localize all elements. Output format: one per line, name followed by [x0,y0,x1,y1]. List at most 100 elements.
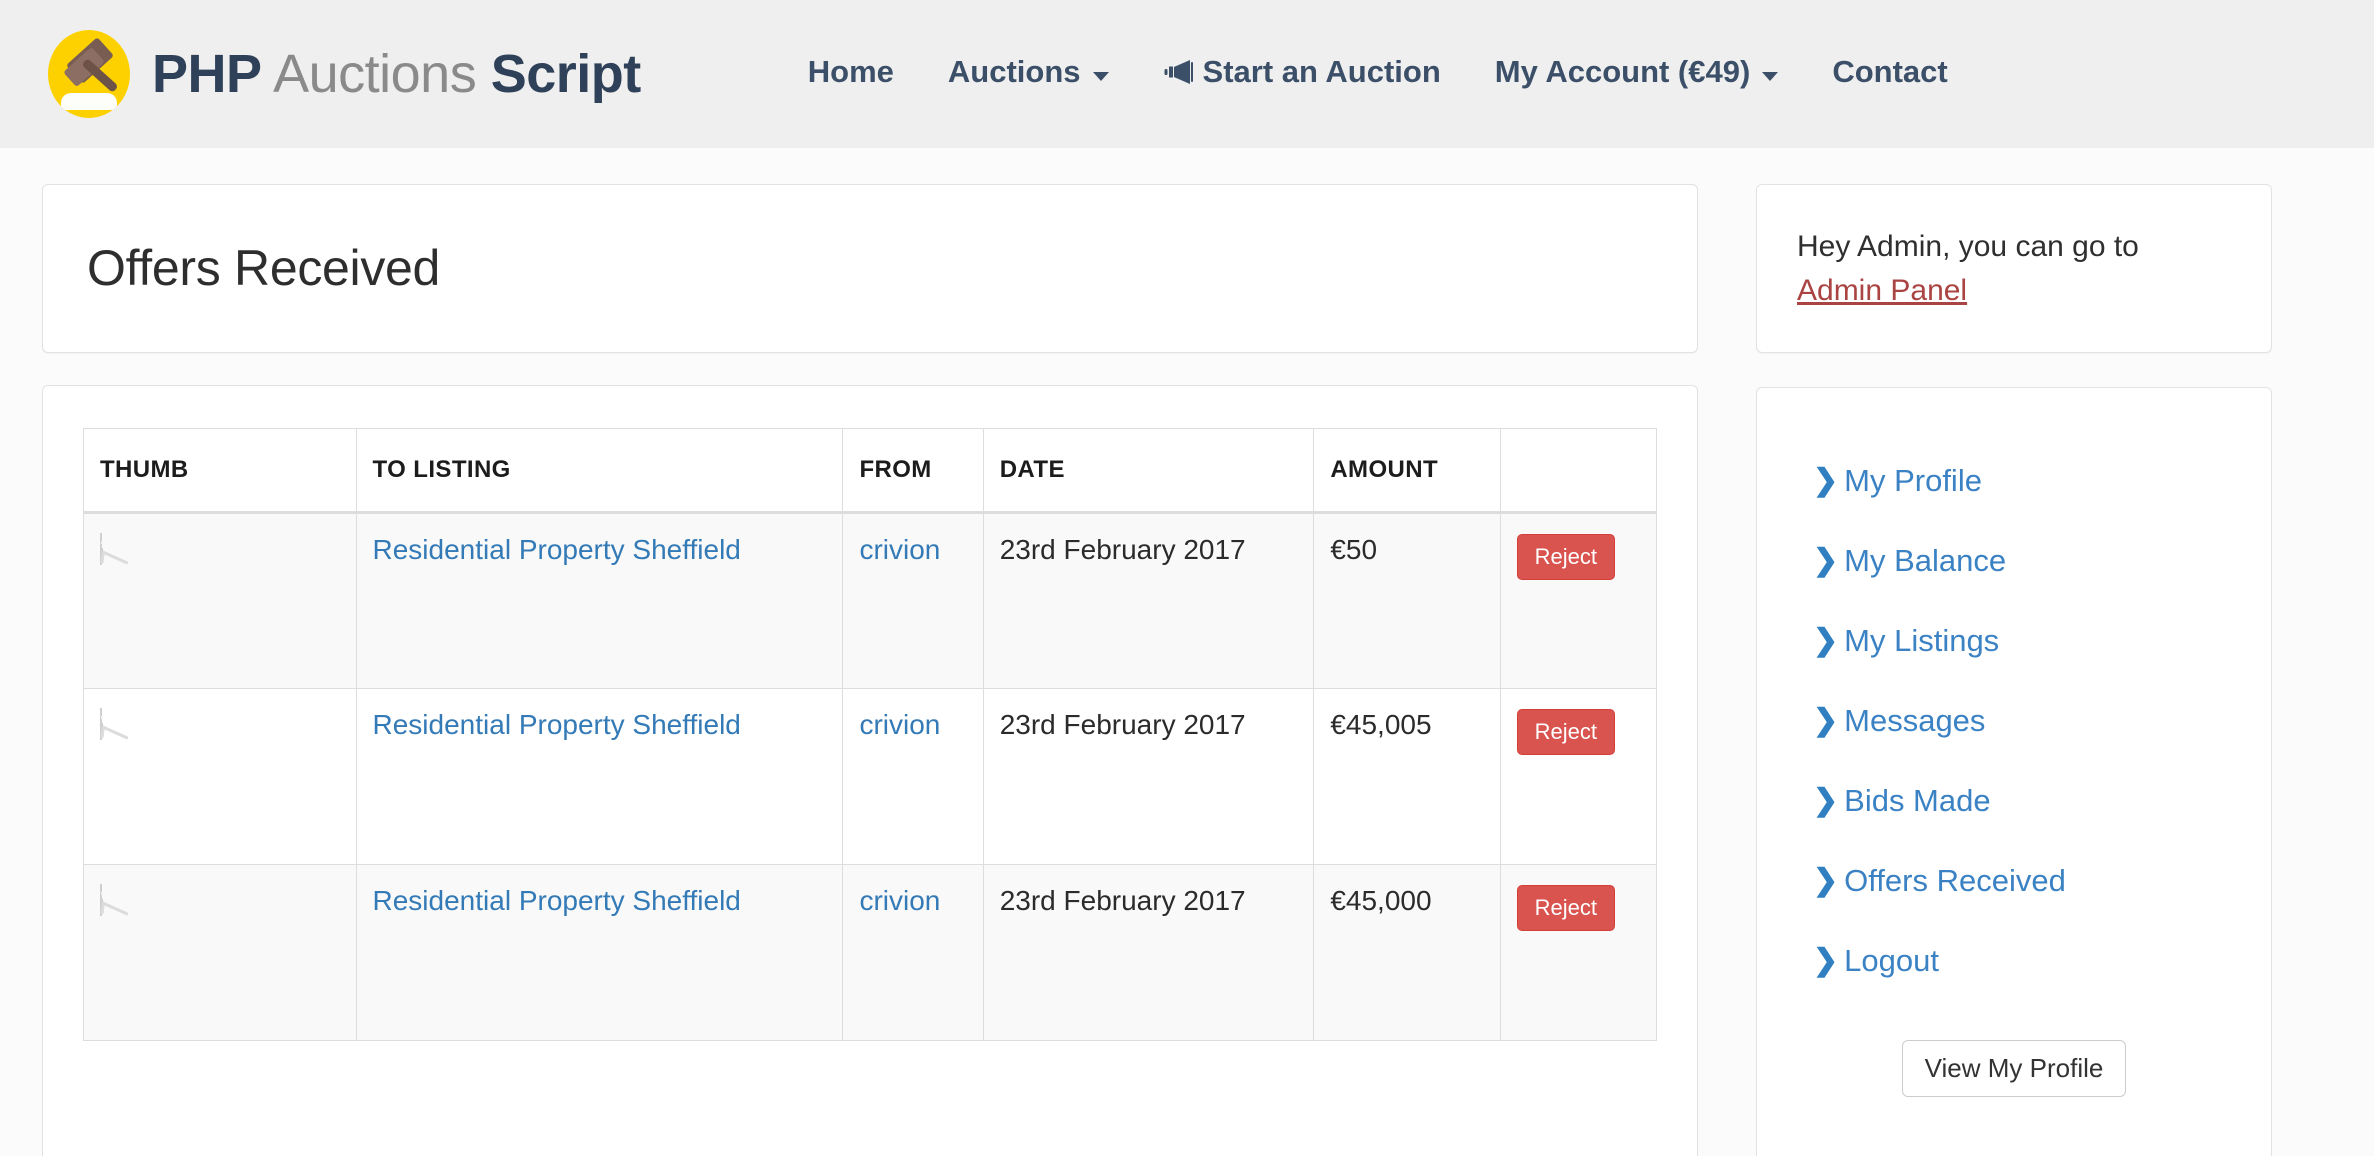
column-header-thumb: THUMB [83,428,357,514]
sidebar-item-my-listings[interactable]: ❯ My Listings [1757,600,2271,680]
sidebar-footer: View My Profile [1757,1000,2271,1127]
chevron-right-icon: ❯ [1813,704,1839,737]
chevron-right-icon: ❯ [1813,864,1839,897]
offer-amount: €45,000 [1330,885,1432,916]
offers-table-panel: THUMB TO LISTING FROM DATE AMOUNT Reside… [42,385,1698,1156]
reject-button[interactable]: Reject [1516,534,1616,581]
offers-table-head: THUMB TO LISTING FROM DATE AMOUNT [83,428,1658,514]
offers-table: THUMB TO LISTING FROM DATE AMOUNT Reside… [83,428,1658,1041]
chevron-down-icon [1092,71,1109,81]
sidebar-item-label: Bids Made [1844,782,1991,818]
cell-listing: Residential Property Sheffield [355,688,844,865]
column-header-to-listing: TO LISTING [355,428,844,514]
table-row: Residential Property Sheffield crivion 2… [83,864,1658,1041]
cell-thumb [83,864,357,1041]
nav-item-auctions[interactable]: Auctions [921,44,1136,100]
brand-part-php: PHP [152,44,262,104]
sidebar-item-logout[interactable]: ❯ Logout [1757,920,2271,1000]
house-thumbnail-image[interactable] [100,884,129,916]
view-my-profile-button[interactable]: View My Profile [1901,1040,2127,1097]
column-header-date: DATE [982,428,1315,514]
cell-amount: €45,005 [1313,688,1501,865]
cell-listing: Residential Property Sheffield [355,512,844,689]
column-header-amount: AMOUNT [1313,428,1501,514]
top-navbar: PHP Auctions Script Home Auctions Start … [0,0,2374,148]
chevron-down-icon [1762,71,1779,81]
offers-table-body: Residential Property Sheffield crivion 2… [83,512,1658,1041]
brand-title: PHP Auctions Script [152,47,641,101]
offer-amount: €45,005 [1330,709,1432,740]
cell-date: 23rd February 2017 [982,512,1315,689]
sidebar-item-my-profile[interactable]: ❯ My Profile [1757,440,2271,520]
reject-button[interactable]: Reject [1516,885,1616,932]
sidebar-item-label: Messages [1844,702,1986,738]
chevron-right-icon: ❯ [1813,544,1839,577]
sidebar-item-messages[interactable]: ❯ Messages [1757,680,2271,760]
nav-item-start-an-auction-label: Start an Auction [1202,54,1441,89]
cell-action: Reject [1499,688,1658,865]
account-menu-panel: ❯ My Profile ❯ My Balance ❯ My Listings … [1756,387,2272,1156]
chevron-right-icon: ❯ [1813,944,1839,977]
house-thumbnail-image[interactable] [100,533,129,565]
gavel-icon [48,30,130,118]
reject-button[interactable]: Reject [1516,709,1616,756]
cell-amount: €45,000 [1313,864,1501,1041]
offer-amount: €50 [1330,534,1378,565]
chevron-right-icon: ❯ [1813,624,1839,657]
chevron-right-icon: ❯ [1813,784,1839,817]
sidebar-item-label: My Listings [1844,622,2000,658]
cell-date: 23rd February 2017 [982,688,1315,865]
cell-from: crivion [842,512,984,689]
main-navigation: Home Auctions Start an Auction My Accoun… [781,44,1975,104]
from-user-link[interactable]: crivion [859,534,940,565]
sidebar-item-label: My Balance [1844,542,2007,578]
sidebar-item-bids-made[interactable]: ❯ Bids Made [1757,760,2271,840]
column-header-action [1499,428,1658,514]
table-row: Residential Property Sheffield crivion 2… [83,688,1658,865]
admin-notice-panel: Hey Admin, you can go to Admin Panel [1756,184,2272,353]
listing-link[interactable]: Residential Property Sheffield [373,709,741,740]
page-container: Offers Received THUMB TO LISTING FROM DA… [0,148,2374,1156]
cell-from: crivion [842,688,984,865]
listing-link[interactable]: Residential Property Sheffield [373,885,741,916]
sidebar-column: Hey Admin, you can go to Admin Panel ❯ M… [1756,184,2272,1156]
cell-thumb [83,688,357,865]
page-title-panel: Offers Received [42,184,1698,353]
cell-thumb [83,512,357,689]
brand-logo-link[interactable]: PHP Auctions Script [48,30,641,118]
from-user-link[interactable]: crivion [859,709,940,740]
brand-part-auctions: Auctions [273,44,477,104]
admin-greeting: Hey Admin, you can go to Admin Panel [1797,225,2231,312]
cell-action: Reject [1499,512,1658,689]
table-header-row: THUMB TO LISTING FROM DATE AMOUNT [83,428,1658,514]
cell-action: Reject [1499,864,1658,1041]
nav-item-start-an-auction[interactable]: Start an Auction [1136,44,1468,100]
nav-item-my-account[interactable]: My Account (€49) [1468,44,1806,100]
nav-item-auctions-label: Auctions [947,54,1081,89]
nav-item-home[interactable]: Home [781,44,921,100]
cell-amount: €50 [1313,512,1501,689]
house-thumbnail-image[interactable] [100,708,129,740]
listing-link[interactable]: Residential Property Sheffield [373,534,741,565]
admin-panel-link[interactable]: Admin Panel [1797,269,1967,313]
sidebar-item-label: Logout [1844,942,1939,978]
nav-item-contact[interactable]: Contact [1805,44,1974,100]
nav-item-contact-label: Contact [1832,54,1948,89]
cell-listing: Residential Property Sheffield [355,864,844,1041]
sidebar-item-label: Offers Received [1844,862,2066,898]
cell-date: 23rd February 2017 [982,864,1315,1041]
brand-part-script: Script [490,44,642,104]
nav-item-home-label: Home [807,54,894,89]
column-header-from: FROM [842,428,984,514]
bullhorn-icon [1164,60,1193,84]
offer-date: 23rd February 2017 [999,709,1246,740]
from-user-link[interactable]: crivion [859,885,940,916]
cell-from: crivion [842,864,984,1041]
page-title: Offers Received [87,240,441,296]
sidebar-item-my-balance[interactable]: ❯ My Balance [1757,520,2271,600]
sidebar-item-offers-received[interactable]: ❯ Offers Received [1757,840,2271,920]
main-column: Offers Received THUMB TO LISTING FROM DA… [42,184,1698,1156]
table-row: Residential Property Sheffield crivion 2… [83,512,1658,689]
admin-greeting-text: Hey Admin, you can go to [1797,230,2139,263]
nav-item-my-account-label: My Account (€49) [1494,54,1751,89]
